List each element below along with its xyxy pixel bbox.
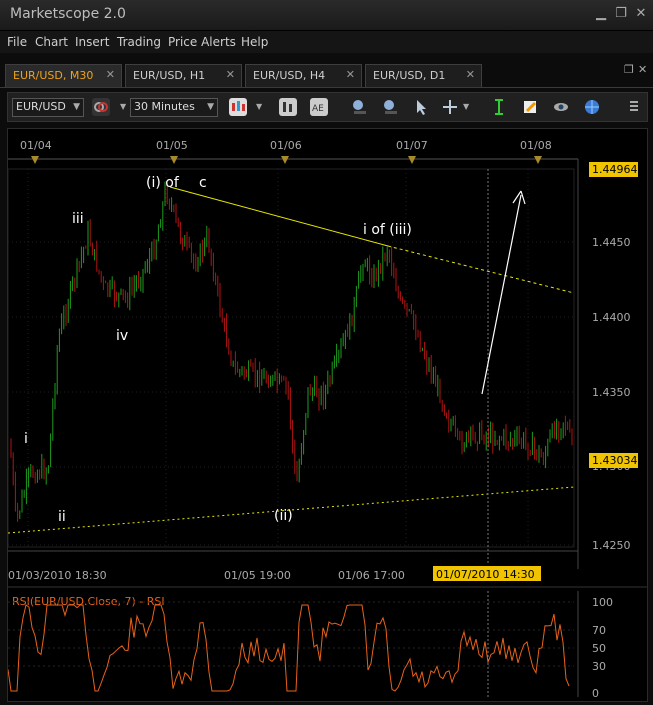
restore-pane-icon[interactable]: ❐ (624, 63, 634, 76)
drawing-icon[interactable] (521, 98, 539, 116)
date-scale-top: 01/04 01/05 01/06 01/07 01/08 (8, 139, 578, 164)
crosshair-icon[interactable] (441, 98, 459, 116)
eye-icon[interactable] (552, 98, 570, 116)
annotation-drawings (7, 169, 575, 565)
title-bar: Marketscope 2.0 ▁ ❐ ✕ (0, 0, 653, 31)
menu-insert[interactable]: Insert (75, 35, 109, 49)
rsi-level-label: 30 (592, 660, 606, 673)
menu-bar: File Chart Insert Trading Price Alerts H… (0, 31, 653, 53)
cursor-icon[interactable] (412, 98, 430, 116)
tab-eurusd-h4[interactable]: EUR/USD, H4 ✕ (245, 64, 362, 87)
top-date-label: 01/05 (156, 139, 188, 152)
tab-eurusd-m30[interactable]: EUR/USD, M30 ✕ (5, 64, 122, 87)
top-date-label: 01/06 (270, 139, 302, 152)
wave-label: c (199, 175, 207, 191)
indicator-icon[interactable]: AE (310, 98, 328, 116)
wave-label: (i) of (146, 175, 180, 191)
upper-trendline (169, 186, 389, 247)
price-chart[interactable]: 01/04 01/05 01/06 01/07 01/08 (i) of c i… (7, 129, 647, 701)
rsi-level-label: 0 (592, 687, 599, 700)
period-marker-icon (31, 156, 39, 164)
price-label: 1.4450 (592, 236, 631, 249)
restore-icon[interactable]: ❐ (614, 7, 628, 21)
chevron-down-icon: ▼ (207, 102, 214, 112)
menu-price-alerts[interactable]: Price Alerts (168, 35, 236, 49)
time-label: 01/05 19:00 (224, 569, 291, 582)
rsi-level-label: 70 (592, 624, 606, 637)
chevron-down-icon[interactable]: ▼ (120, 102, 126, 111)
vertical-line-icon[interactable] (490, 98, 508, 116)
price-label: 1.4400 (592, 311, 631, 324)
close-tab-icon[interactable]: ✕ (346, 68, 355, 81)
tab-label: EUR/USD, D1 (373, 69, 446, 82)
wave-label: iv (116, 328, 128, 344)
timeframe-select[interactable]: 30 Minutes ▼ (130, 98, 218, 117)
minimize-icon[interactable]: ▁ (594, 7, 608, 21)
period-marker-icon (408, 156, 416, 164)
arrow-head-icon (512, 190, 526, 205)
tab-eurusd-h1[interactable]: EUR/USD, H1 ✕ (125, 64, 242, 87)
wave-label: iii (72, 211, 84, 227)
wave-label: i of (iii) (363, 222, 412, 238)
upper-trendline-extension (387, 245, 575, 294)
chart-toolbar: EUR/USD ▼ ▼ 30 Minutes ▼ ▼ AE ▼ (7, 92, 648, 122)
period-marker-icon (534, 156, 542, 164)
app-title: Marketscope 2.0 (10, 6, 126, 22)
svg-text:AE: AE (312, 104, 324, 114)
chart-type-icon[interactable] (229, 98, 247, 116)
period-marker-icon (281, 156, 289, 164)
chevron-down-icon[interactable]: ▼ (463, 102, 469, 111)
top-date-label: 01/07 (396, 139, 428, 152)
chevron-down-icon[interactable]: ▼ (256, 102, 262, 111)
wave-label: i (24, 431, 28, 447)
wave-label: (ii) (274, 508, 293, 524)
wave-labels: (i) of c iii iv i ii (ii) i of (iii) (24, 175, 412, 525)
wave-label: ii (58, 509, 66, 525)
rsi-level-label: 50 (592, 642, 606, 655)
chevron-down-icon: ▼ (73, 102, 80, 112)
globe-icon[interactable] (583, 98, 601, 116)
instrument-select[interactable]: EUR/USD ▼ (12, 98, 84, 117)
period-marker-icon (170, 156, 178, 164)
menu-chart[interactable]: Chart (35, 35, 68, 49)
price-label: 1.4350 (592, 386, 631, 399)
current-price-value: 1.43034 (592, 454, 638, 467)
timeframe-value: 30 Minutes (134, 100, 195, 113)
high-price-value: 1.44964 (592, 163, 638, 176)
time-axis: 01/03/2010 18:30 01/05 19:00 01/06 17:00… (8, 550, 578, 582)
close-tab-icon[interactable]: ✕ (226, 68, 235, 81)
close-tab-icon[interactable]: ✕ (106, 68, 115, 81)
zoom-in-icon[interactable] (350, 98, 368, 116)
menu-trading[interactable]: Trading (117, 35, 161, 49)
tab-label: EUR/USD, H4 (253, 69, 326, 82)
link-icon[interactable] (92, 98, 110, 116)
tab-label: EUR/USD, M30 (13, 69, 94, 82)
price-axis: 1.4450 1.4400 1.4350 1.4300 1.4250 1.449… (577, 159, 638, 569)
toolbar-menu-icon[interactable] (629, 99, 639, 115)
crosshair-time-value: 01/07/2010 14:30 (436, 568, 535, 581)
top-date-label: 01/04 (20, 139, 52, 152)
top-date-label: 01/08 (520, 139, 552, 152)
instrument-value: EUR/USD (16, 100, 66, 113)
price-label: 1.4250 (592, 539, 631, 552)
menu-file[interactable]: File (7, 35, 27, 49)
close-pane-icon[interactable]: ✕ (638, 63, 647, 76)
tab-label: EUR/USD, H1 (133, 69, 206, 82)
chart-panel[interactable]: 01/04 01/05 01/06 01/07 01/08 (i) of c i… (7, 128, 648, 702)
zoom-out-icon[interactable] (381, 98, 399, 116)
candles-icon[interactable] (279, 98, 297, 116)
time-label: 01/06 17:00 (338, 569, 405, 582)
time-label: 01/03/2010 18:30 (8, 569, 107, 582)
menu-help[interactable]: Help (241, 35, 268, 49)
rsi-pane: RSI(EUR/USD.Close, 7) - RSI 100 70 50 30… (7, 586, 647, 700)
rsi-level-label: 100 (592, 596, 613, 609)
tab-eurusd-d1[interactable]: EUR/USD, D1 ✕ (365, 64, 482, 87)
close-icon[interactable]: ✕ (634, 7, 648, 21)
close-tab-icon[interactable]: ✕ (466, 68, 475, 81)
chart-tab-bar: EUR/USD, M30 ✕ EUR/USD, H1 ✕ EUR/USD, H4… (0, 60, 653, 88)
